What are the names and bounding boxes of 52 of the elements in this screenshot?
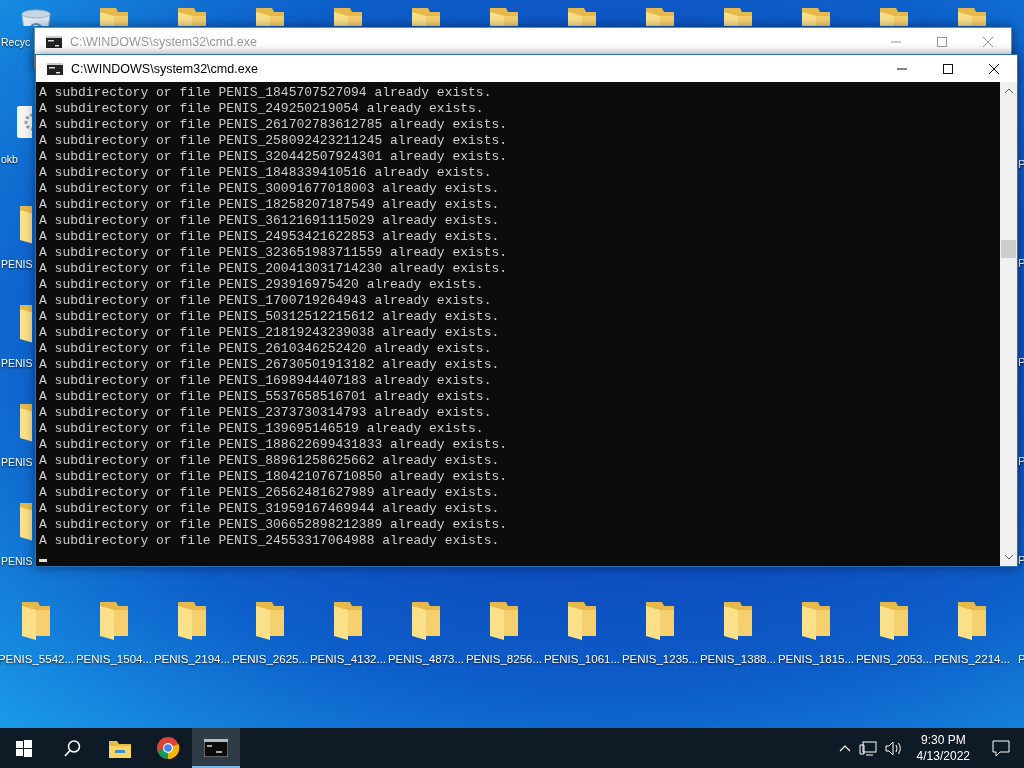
console-line: A subdirectory or file PENIS_323651983711559 already exists. — [39, 245, 509, 261]
console-line: A subdirectory or file PENIS_24953421622853 already exists. — [39, 229, 501, 245]
icon-label[interactable]: PENIS_2625... — [231, 653, 309, 665]
console-line: A subdirectory or file PENIS_50312512215612 already exists. — [39, 309, 501, 325]
icon-label[interactable]: Recyc — [1, 36, 31, 48]
icon-label[interactable]: PENIS_1388... — [699, 653, 777, 665]
clock-date: 4/13/2022 — [916, 748, 970, 764]
console-line: A subdirectory or file PENIS_249250219054 already exists. — [39, 101, 485, 117]
console-line: A subdirectory or file PENIS_188622699431833 already exists. — [39, 437, 509, 453]
clock-time: 9:30 PM — [920, 732, 966, 748]
console-line: A subdirectory or file PENIS_5537658516701 already exists. — [39, 389, 493, 405]
console-line: A subdirectory or file PENIS_258092423211245 already exists. — [39, 133, 509, 149]
console-line: A subdirectory or file PENIS_306652898212389 already exists. — [39, 517, 509, 533]
console-line: A subdirectory or file PENIS_261702783612785 already exists. — [39, 117, 509, 133]
clock[interactable]: 9:30 PM 4/13/2022 — [910, 732, 976, 764]
icon-label[interactable]: PENIS_4132... — [309, 653, 387, 665]
console-line: A subdirectory or file PENIS_2610346252420 already exists. — [39, 341, 493, 357]
console-line: A subdirectory or file PENIS_88961258625662 already exists. — [39, 453, 501, 469]
icon-label[interactable]: PENIS_1815... — [777, 653, 855, 665]
console-line: A subdirectory or file PENIS_320442507924301 already exists. — [39, 149, 509, 165]
console-line: A subdirectory or file PENIS_1845707527094 already exists. — [39, 85, 493, 101]
console-line: A subdirectory or file PENIS_180421076710850 already exists. — [39, 469, 509, 485]
window-title: C:\WINDOWS\system32\cmd.exe — [70, 34, 258, 49]
console-line: A subdirectory or file PENIS_1698944407183 already exists. — [39, 373, 493, 389]
console-line: A subdirectory or file PENIS_293916975420 already exists. — [39, 277, 485, 293]
icon-label[interactable]: okb — [1, 153, 18, 165]
console-line: A subdirectory or file PENIS_24553317064988 already exists. — [39, 533, 501, 549]
console-line: A subdirectory or file PENIS_26562481627989 already exists. — [39, 485, 501, 501]
icon-label[interactable]: PENIS — [1, 357, 33, 369]
icon-label[interactable]: PENIS_8256... — [465, 653, 543, 665]
icon-label[interactable]: PENIS_2053... — [855, 653, 933, 665]
icon-label[interactable]: PENIS — [1, 456, 33, 468]
console-line: A subdirectory or file PENIS_30091677018003 already exists. — [39, 181, 501, 197]
icon-label[interactable]: PENIS — [1, 555, 33, 567]
console-line: A subdirectory or file PENIS_26730501913182 already exists. — [39, 357, 501, 373]
icon-label[interactable]: PENIS_2214... — [933, 653, 1011, 665]
icon-label[interactable]: PENIS_1235... — [621, 653, 699, 665]
icon-label[interactable]: PENIS_2194... — [153, 653, 231, 665]
console-line: A subdirectory or file PENIS_36121691115029 already exists. — [39, 213, 501, 229]
console-line: A subdirectory or file PENIS_1700719264943 already exists. — [39, 293, 493, 309]
icon-label[interactable]: PENIS_4873... — [387, 653, 465, 665]
window-title: C:\WINDOWS\system32\cmd.exe — [71, 61, 259, 76]
icon-label[interactable]: PENIS_1061... — [543, 653, 621, 665]
console-line: A subdirectory or file PENIS_21819243239038 already exists. — [39, 325, 501, 341]
console-line: A subdirectory or file PENIS_31959167469944 already exists. — [39, 501, 501, 517]
console-line: A subdirectory or file PENIS_1848339410516 already exists. — [39, 165, 493, 181]
console-line: A subdirectory or file PENIS_200413031714230 already exists. — [39, 261, 509, 277]
icon-label[interactable]: PENIS — [1, 258, 33, 270]
console-line: A subdirectory or file PENIS_139695146519 already exists. — [39, 421, 485, 437]
console-line: A subdirectory or file PENIS_2373730314793 already exists. — [39, 405, 493, 421]
console-line: A subdirectory or file PENIS_18258207187549 already exists. — [39, 197, 501, 213]
icon-label[interactable]: PENIS_1504... — [75, 653, 153, 665]
